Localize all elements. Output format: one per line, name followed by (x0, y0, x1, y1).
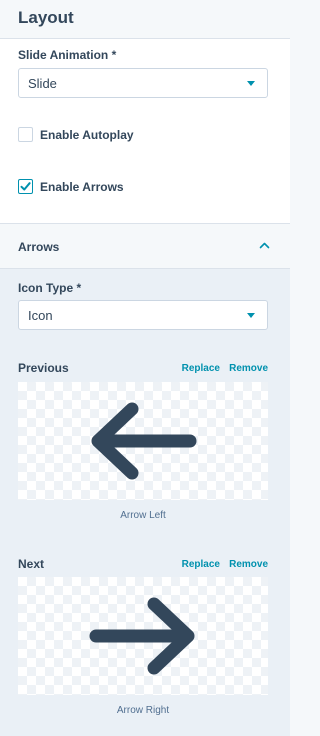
next-replace-link[interactable]: Replace (182, 559, 220, 570)
next-icon-preview[interactable] (18, 577, 268, 695)
icon-type-select[interactable]: Icon (18, 300, 268, 330)
autoplay-checkbox[interactable] (18, 127, 33, 142)
previous-icon-caption: Arrow Left (120, 510, 166, 521)
panel-header: Layout (0, 0, 290, 39)
arrows-label[interactable]: Enable Arrows (40, 180, 124, 194)
previous-replace-link[interactable]: Replace (182, 363, 220, 374)
slide-animation-value: Slide (28, 76, 57, 91)
next-image-header: Next Replace Remove (18, 557, 268, 573)
previous-remove-link[interactable]: Remove (229, 363, 268, 374)
previous-icon-preview[interactable] (18, 382, 268, 500)
layout-panel: Layout Slide Animation * Slide Enable Au… (0, 0, 290, 736)
arrows-checkbox[interactable] (18, 179, 33, 194)
next-icon-caption: Arrow Right (116, 705, 170, 716)
slide-animation-label: Slide Animation * (18, 48, 117, 62)
caret-down-icon (247, 313, 255, 318)
arrow-right-icon (89, 597, 195, 675)
autoplay-label[interactable]: Enable Autoplay (40, 128, 134, 142)
chevron-up-icon[interactable] (259, 241, 270, 249)
layout-settings: Slide Animation * Slide Enable Autoplay … (0, 39, 290, 224)
checkmark-icon (20, 182, 31, 191)
icon-type-value: Icon (28, 308, 53, 323)
caret-down-icon (247, 81, 255, 86)
arrow-left-icon (91, 402, 197, 480)
arrows-accordion-title: Arrows (18, 240, 60, 254)
previous-label: Previous (18, 361, 69, 375)
arrows-accordion-header[interactable]: Arrows (0, 224, 290, 269)
slide-animation-select[interactable]: Slide (18, 68, 268, 98)
arrows-settings: Icon Type * Icon Previous Replace Remove… (0, 269, 290, 736)
next-label: Next (18, 557, 45, 571)
icon-type-label: Icon Type * (18, 281, 82, 295)
previous-image-header: Previous Replace Remove (18, 361, 268, 377)
next-remove-link[interactable]: Remove (229, 559, 268, 570)
panel-title: Layout (18, 8, 74, 27)
